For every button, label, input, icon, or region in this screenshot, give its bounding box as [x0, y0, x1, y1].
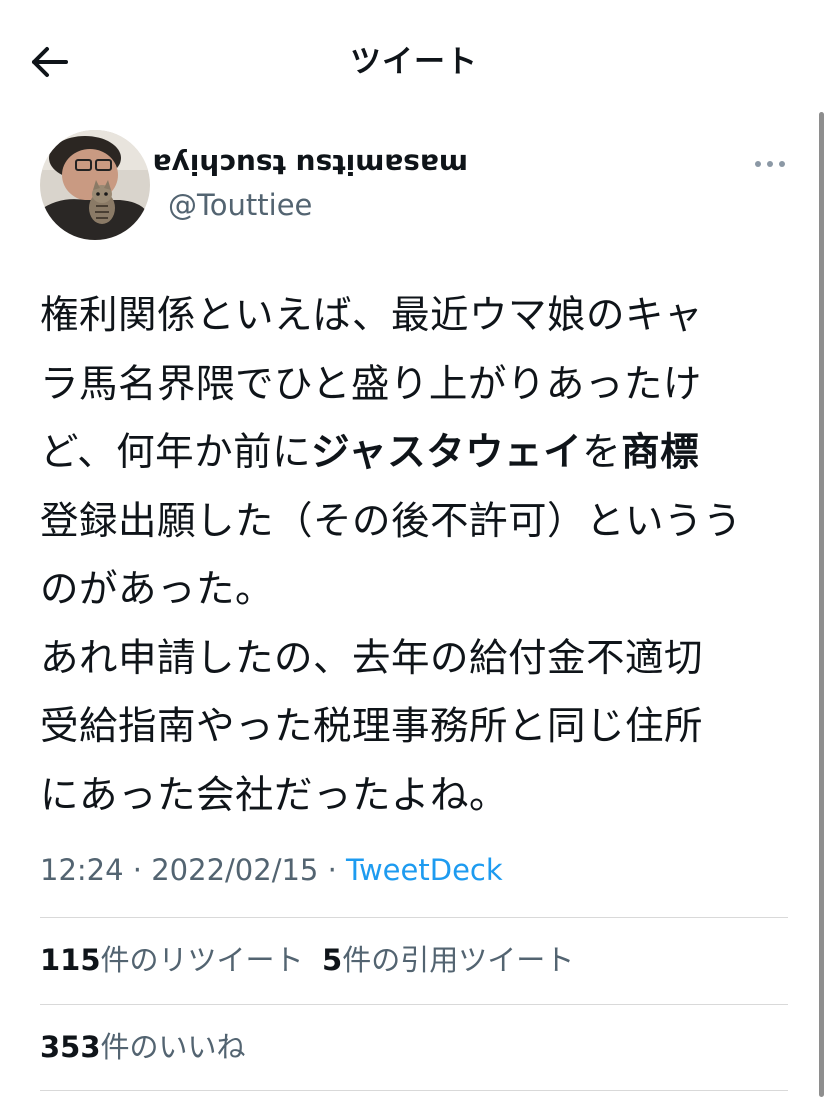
- retweets-label: 件のリツイート: [100, 943, 304, 977]
- tweet-text-run: にあった会社だったよね。: [40, 772, 509, 818]
- quotes-label: 件の引用ツイート: [342, 943, 575, 977]
- author-handle[interactable]: @Touttiee: [168, 186, 312, 224]
- tweet-text-run: 登録出願した（その後不許可）というう: [40, 498, 743, 544]
- tweet-text-line: にあった会社だったよね。: [40, 762, 780, 831]
- tweet-source-link[interactable]: TweetDeck: [346, 853, 503, 887]
- page-title: ツイート: [350, 44, 478, 80]
- likes-label: 件のいいね: [100, 1030, 246, 1064]
- tweet-text-run: 受給指南やった税理事務所と同じ住所: [40, 704, 704, 749]
- tweet-text-line: 権利関係といえば、最近ウマ娘のキャ: [40, 282, 780, 351]
- likes-count: 353: [40, 1030, 101, 1064]
- tweet-metadata: 12:24 · 2022/02/15 · TweetDeck: [40, 850, 503, 890]
- stats-row-likes: 353件のいいね: [40, 1027, 246, 1067]
- tweet-text-bold: 商標: [621, 430, 700, 475]
- tweet-text-run: ど、何年か前に: [40, 430, 312, 475]
- tweet-text-run: 権利関係といえば、最近ウマ娘のキャ: [40, 293, 704, 338]
- retweets-count: 115: [40, 943, 101, 977]
- avatar-photo: [40, 130, 150, 240]
- more-horizontal-icon: [755, 161, 785, 167]
- tweet-text-run: ラ馬名界隈でひと盛り上がりあったけ: [40, 361, 702, 407]
- tweet-text-line: ど、何年か前にジャスタウェイを商標: [40, 419, 780, 488]
- author-display-name[interactable]: masamitsu tsuchiya: [153, 146, 468, 182]
- stats-row-shares: 115件のリツイート 5件の引用ツイート: [40, 940, 574, 980]
- tweet-text-line: ラ馬名界隈でひと盛り上がりあったけ: [40, 351, 780, 420]
- tweet-text-bold: ジャスタウェイ: [311, 430, 583, 475]
- avatar[interactable]: [40, 130, 150, 240]
- tweet-text-run: を: [582, 430, 622, 475]
- tweet-text-run: あれ申請したの、去年の給付金不適切: [40, 635, 704, 681]
- tweet-text-line: あれ申請したの、去年の給付金不適切: [40, 625, 780, 694]
- quotes-count: 5: [322, 943, 343, 977]
- scrollbar[interactable]: [819, 112, 824, 1097]
- meta-separator: ·: [123, 853, 152, 887]
- tweet-text-line: 登録出願した（その後不許可）というう: [40, 488, 780, 557]
- more-options-button[interactable]: [752, 150, 788, 178]
- tweet-text-line: 受給指南やった税理事務所と同じ住所: [40, 693, 780, 762]
- divider: [40, 1090, 788, 1091]
- tweet-text-line: のがあった。: [40, 556, 780, 625]
- likes-stat[interactable]: 353件のいいね: [40, 1030, 246, 1064]
- divider: [40, 917, 788, 918]
- tweet-detail-screen: ツイート masamitsu tsuchiya @Touttiee 権利関係とい…: [0, 0, 828, 1097]
- divider: [40, 1004, 788, 1005]
- tweet-text: 権利関係といえば、最近ウマ娘のキャ ラ馬名界隈でひと盛り上がりあったけ ど、何年か前…: [40, 282, 780, 830]
- quotes-stat[interactable]: 5件の引用ツイート: [322, 943, 574, 977]
- tweet-date[interactable]: 2022/02/15: [151, 853, 318, 887]
- retweets-stat[interactable]: 115件のリツイート: [40, 943, 304, 977]
- tweet-time[interactable]: 12:24: [40, 853, 124, 887]
- header: ツイート: [0, 0, 828, 122]
- tweet-text-run: のがあった。: [40, 567, 275, 612]
- meta-separator: ·: [318, 853, 347, 887]
